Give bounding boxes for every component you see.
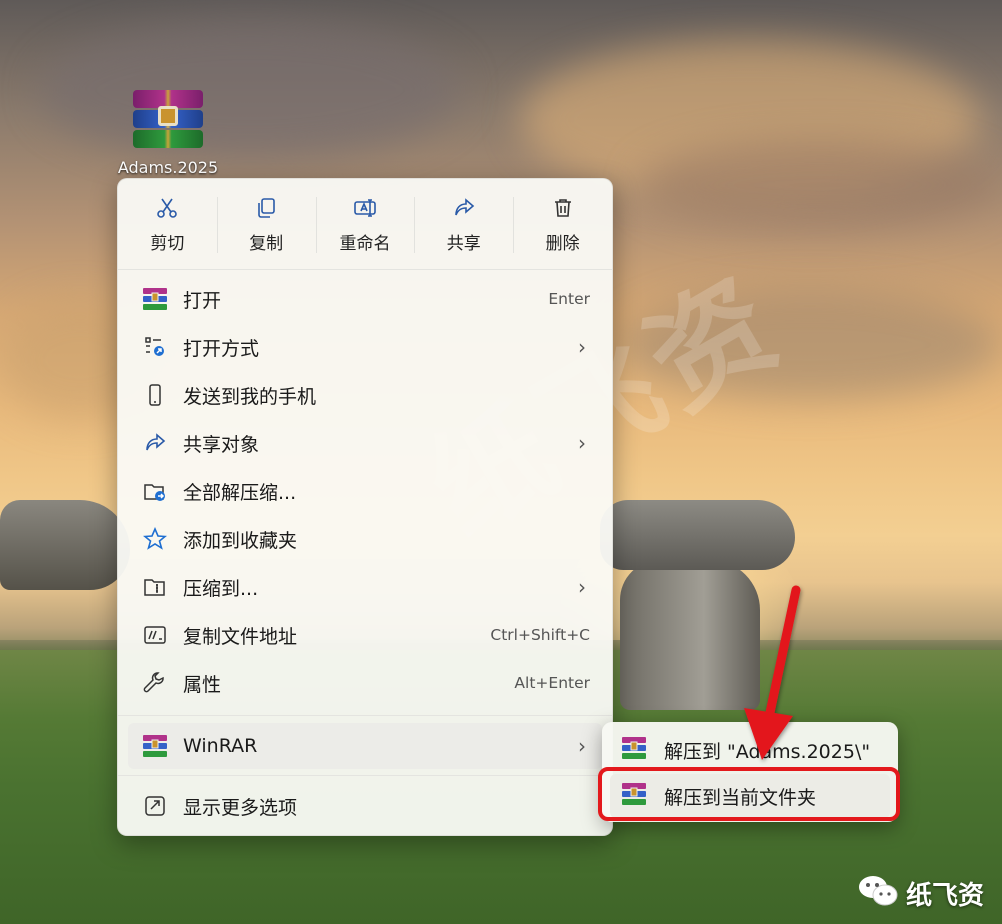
menu-item-send-to-phone[interactable]: 发送到我的手机 bbox=[128, 372, 602, 418]
copy-button[interactable]: 复制 bbox=[216, 179, 316, 269]
winrar-icon bbox=[622, 737, 648, 763]
menu-item-label: 属性 bbox=[183, 673, 222, 696]
watermark-text: 纸飞资 bbox=[905, 880, 984, 911]
wrench-icon bbox=[142, 670, 168, 696]
menu-item-extract-all[interactable]: 全部解压缩... bbox=[128, 468, 602, 514]
chevron-right-icon: › bbox=[578, 734, 586, 758]
share-label: 共享 bbox=[446, 233, 481, 254]
desktop-file-label: Adams.2025 bbox=[117, 158, 219, 177]
menu-item-label: 全部解压缩... bbox=[183, 481, 297, 504]
divider bbox=[118, 715, 612, 716]
menu-item-open[interactable]: 打开 Enter bbox=[128, 276, 602, 322]
wechat-icon bbox=[858, 874, 898, 912]
menu-item-share-with[interactable]: 共享对象 › bbox=[128, 420, 602, 466]
highlight-box bbox=[598, 767, 900, 821]
submenu-item-extract-to-folder[interactable]: 解压到 "Adams.2025\" bbox=[610, 728, 890, 772]
phone-icon bbox=[142, 382, 168, 408]
shortcut-text: Ctrl+Shift+C bbox=[490, 626, 590, 644]
rename-button[interactable]: 重命名 bbox=[315, 179, 415, 269]
menu-item-label: WinRAR bbox=[183, 735, 258, 757]
share-button[interactable]: 共享 bbox=[414, 179, 513, 269]
shortcut-text: Alt+Enter bbox=[514, 674, 590, 692]
extract-folder-icon bbox=[142, 478, 168, 504]
chevron-right-icon: › bbox=[578, 431, 586, 455]
chevron-right-icon: › bbox=[578, 335, 586, 359]
menu-item-properties[interactable]: 属性 Alt+Enter bbox=[128, 660, 602, 706]
copy-label: 复制 bbox=[249, 233, 284, 254]
shortcut-text: Enter bbox=[548, 290, 590, 308]
rename-icon bbox=[352, 195, 378, 221]
chevron-right-icon: › bbox=[578, 575, 586, 599]
copy-icon bbox=[253, 195, 279, 221]
menu-item-label: 添加到收藏夹 bbox=[183, 529, 298, 552]
scissors-icon bbox=[154, 195, 180, 221]
quick-action-bar: 剪切 复制 重命名 共享 删除 bbox=[118, 179, 612, 269]
copy-path-icon bbox=[142, 622, 168, 648]
menu-item-label: 发送到我的手机 bbox=[183, 385, 317, 408]
divider bbox=[118, 269, 612, 270]
star-icon bbox=[142, 526, 168, 552]
divider bbox=[118, 775, 612, 776]
winrar-icon bbox=[142, 733, 168, 759]
menu-item-label: 显示更多选项 bbox=[183, 796, 298, 819]
share-icon bbox=[142, 430, 168, 456]
trash-icon bbox=[550, 195, 576, 221]
menu-item-add-favorites[interactable]: 添加到收藏夹 bbox=[128, 516, 602, 562]
more-options-icon bbox=[142, 793, 168, 819]
cut-label: 剪切 bbox=[150, 233, 185, 254]
context-menu: 剪切 复制 重命名 共享 删除 打开 Enter 打开方式 › 发送到我的手机 … bbox=[117, 178, 613, 836]
rename-label: 重命名 bbox=[339, 233, 391, 254]
share-icon bbox=[451, 195, 477, 221]
menu-item-label: 复制文件地址 bbox=[183, 625, 298, 648]
menu-item-show-more-options[interactable]: 显示更多选项 bbox=[128, 783, 602, 829]
menu-item-label: 压缩到... bbox=[183, 577, 259, 600]
submenu-item-label: 解压到 "Adams.2025\" bbox=[664, 740, 871, 763]
delete-button[interactable]: 删除 bbox=[513, 179, 612, 269]
watermark-footer: 纸飞资 bbox=[858, 874, 984, 912]
zip-folder-icon bbox=[142, 574, 168, 600]
menu-item-winrar[interactable]: WinRAR › bbox=[128, 723, 602, 769]
winrar-icon bbox=[142, 286, 168, 312]
menu-item-copy-path[interactable]: 复制文件地址 Ctrl+Shift+C bbox=[128, 612, 602, 658]
cut-button[interactable]: 剪切 bbox=[118, 179, 217, 269]
menu-item-label: 打开方式 bbox=[183, 337, 260, 360]
desktop-file-icon[interactable]: Adams.2025 bbox=[108, 88, 228, 177]
menu-item-open-with[interactable]: 打开方式 › bbox=[128, 324, 602, 370]
menu-item-compress-to[interactable]: 压缩到... › bbox=[128, 564, 602, 610]
menu-item-label: 共享对象 bbox=[183, 433, 260, 456]
open-with-icon bbox=[142, 334, 168, 360]
delete-label: 删除 bbox=[545, 233, 580, 254]
menu-item-label: 打开 bbox=[183, 289, 222, 312]
winrar-archive-icon bbox=[133, 88, 203, 150]
